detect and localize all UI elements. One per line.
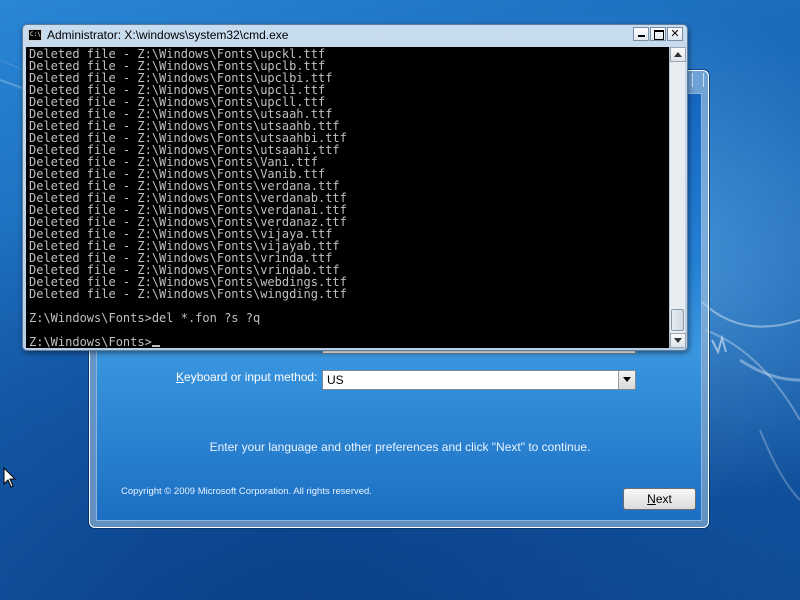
cmd-console-icon: C:\	[28, 29, 42, 41]
text-cursor	[151, 345, 160, 347]
console-output[interactable]: Deleted file - Z:\Windows\Fonts\upckl.tt…	[26, 47, 669, 348]
setup-window-close-edge[interactable]	[692, 73, 704, 87]
keyboard-method-label: Keyboard or input method:	[176, 370, 318, 384]
next-button[interactable]: Next	[623, 488, 696, 510]
vertical-scrollbar[interactable]	[669, 47, 686, 348]
scroll-up-icon[interactable]	[670, 47, 686, 62]
cmd-window: C:\ Administrator: X:\windows\system32\c…	[22, 24, 688, 351]
console-line: Z:\Windows\Fonts>del *.fon ?s ?q	[29, 311, 261, 325]
console-line: Z:\Windows\Fonts>	[29, 336, 347, 348]
setup-instruction: Enter your language and other preference…	[209, 440, 591, 454]
copyright-text: Copyright © 2009 Microsoft Corporation. …	[121, 486, 372, 497]
console-line: Deleted file - Z:\Windows\Fonts\wingding…	[29, 287, 347, 301]
keyboard-method-value: US	[327, 373, 344, 387]
minimize-icon[interactable]	[633, 27, 649, 41]
window-controls: ✕	[632, 27, 683, 41]
cmd-titlebar[interactable]: C:\ Administrator: X:\windows\system32\c…	[23, 25, 687, 46]
maximize-icon[interactable]	[650, 27, 666, 41]
scroll-down-icon[interactable]	[670, 333, 686, 348]
cmd-window-title: Administrator: X:\windows\system32\cmd.e…	[47, 28, 289, 42]
scroll-thumb[interactable]	[671, 309, 684, 331]
console-lines: Deleted file - Z:\Windows\Fonts\upckl.tt…	[29, 48, 347, 348]
keyboard-method-row: Keyboard or input method:	[176, 370, 321, 384]
keyboard-method-select[interactable]: US	[322, 370, 636, 390]
close-icon[interactable]: ✕	[667, 27, 683, 41]
chevron-down-icon[interactable]	[618, 371, 635, 389]
mouse-pointer-icon	[3, 467, 17, 488]
